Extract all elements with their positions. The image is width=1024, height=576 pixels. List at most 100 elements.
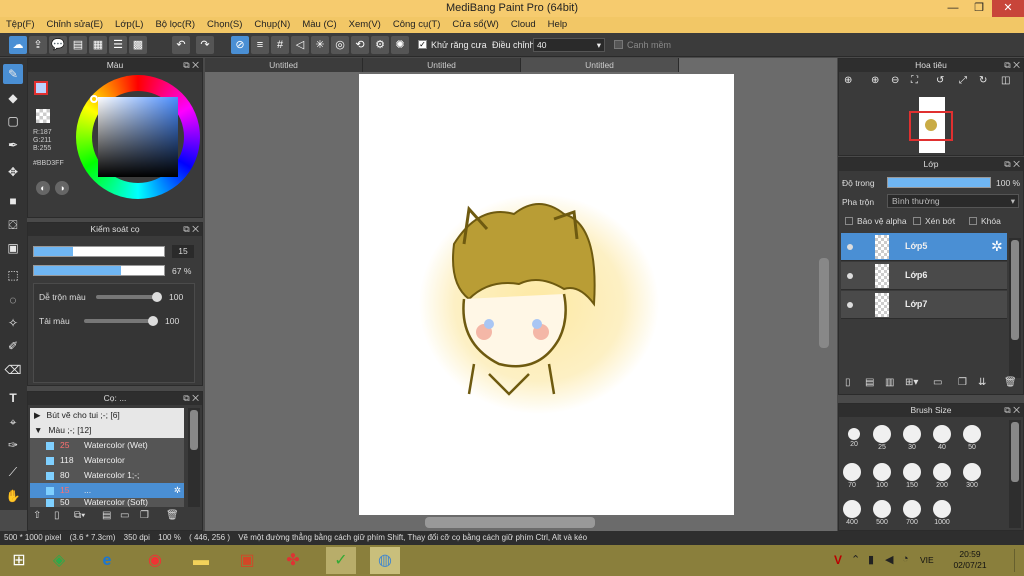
tab-untitled-2[interactable]: Untitled	[363, 58, 521, 72]
antialias-checkbox[interactable]: ✓	[418, 40, 427, 49]
text-tool-icon[interactable]: T	[3, 388, 23, 408]
brush-opacity-slider[interactable]	[33, 265, 165, 276]
saturation-square[interactable]	[98, 97, 178, 177]
brush-item[interactable]: 50 Watercolor (Soft)	[30, 498, 184, 507]
select-pen-tool-icon[interactable]: ✐	[3, 336, 23, 356]
duplicate-icon[interactable]: ❐	[958, 377, 967, 388]
panel-close-icon[interactable]: ⧉ ✕	[1004, 59, 1020, 72]
lock-checkbox[interactable]	[969, 217, 977, 225]
snap-settings-icon[interactable]: ⚙	[371, 36, 389, 54]
gear-icon[interactable]: ✲	[174, 483, 181, 498]
menu-cloud[interactable]: Cloud	[505, 17, 542, 30]
layer-row-6[interactable]: Lớp6	[841, 262, 1007, 290]
brush-size-preset[interactable]: 500	[869, 498, 895, 526]
brush-size-preset[interactable]: 25	[869, 423, 895, 451]
windows-start-icon[interactable]: ⊞	[4, 547, 34, 574]
redo-icon[interactable]: ↷	[196, 36, 214, 54]
trash-icon[interactable]: 🗑	[166, 510, 179, 521]
eraser-tool-icon[interactable]: ◆	[3, 88, 23, 108]
layer-row-5[interactable]: Lớp5 ✲	[841, 233, 1007, 261]
menu-view[interactable]: Xem(V)	[343, 17, 387, 30]
network-icon[interactable]: ▮	[868, 553, 874, 566]
hue-wheel[interactable]	[76, 75, 200, 199]
new-layer-icon[interactable]: ▯	[845, 377, 851, 388]
medibang-tools-icon[interactable]: ✓	[326, 547, 356, 574]
brush-item[interactable]: 80 Watercolor 1;-;	[30, 468, 184, 483]
brush-size-preset[interactable]: 200	[929, 461, 955, 489]
share-icon[interactable]: ⇪	[29, 36, 47, 54]
amount-slider-handle[interactable]	[148, 316, 158, 326]
lasso-tool-icon[interactable]: ◌	[3, 290, 23, 310]
menu-help[interactable]: Help	[542, 17, 574, 30]
brush-size-preset[interactable]: 30	[899, 423, 925, 451]
palette-icon[interactable]: ◐	[36, 181, 50, 195]
navigator-preview[interactable]	[909, 97, 953, 153]
clipping-checkbox[interactable]	[913, 217, 921, 225]
minimize-button[interactable]: —	[940, 0, 966, 17]
brush-item[interactable]: 25 Watercolor (Wet)	[30, 438, 184, 453]
add-layer-menu-icon[interactable]: ⊞▾	[905, 377, 918, 388]
visibility-icon[interactable]	[847, 273, 853, 279]
new-brush-icon[interactable]: ▯	[54, 510, 60, 521]
snap-off-icon[interactable]: ⊘	[231, 36, 249, 54]
brush-group-pens[interactable]: ▶ Bút vẽ cho tui ;-; [6]	[30, 408, 184, 423]
dropper-tool-icon[interactable]: ✑	[3, 435, 23, 455]
eyedropper-tool-icon[interactable]: ⟋	[3, 462, 23, 482]
palette-settings-icon[interactable]: ◑	[55, 181, 69, 195]
protect-alpha-checkbox[interactable]	[845, 217, 853, 225]
hand-tool-icon[interactable]: ✋	[3, 486, 23, 506]
fullscreen-icon[interactable]: ⤢	[959, 75, 967, 86]
menu-color[interactable]: Màu (C)	[296, 17, 342, 30]
circle-snap-icon[interactable]: ◎	[331, 36, 349, 54]
brush-add-icon[interactable]: ⇧	[33, 510, 41, 521]
volume-icon[interactable]: ◀	[885, 553, 893, 566]
panel-close-icon[interactable]: ⧉ ✕	[183, 223, 199, 236]
brush-size-preset[interactable]: 20	[841, 423, 867, 448]
brush-size-preset[interactable]: 100	[869, 461, 895, 489]
menu-select[interactable]: Chọn(S)	[201, 17, 248, 30]
grid-icon[interactable]: ▩	[129, 36, 147, 54]
chrome-icon[interactable]: ◉	[140, 547, 170, 574]
close-button[interactable]: ✕	[992, 0, 1024, 17]
curve-snap-icon[interactable]: ⟲	[351, 36, 369, 54]
magic-wand-tool-icon[interactable]: ✧	[3, 313, 23, 333]
fit-icon[interactable]: ⛶	[911, 75, 918, 86]
menu-tools[interactable]: Công cụ(T)	[387, 17, 447, 30]
correction-select[interactable]: 40 ▾	[533, 38, 605, 52]
clock[interactable]: 20:59 02/07/21	[950, 549, 990, 571]
pen-tool-icon[interactable]: ✒	[3, 135, 23, 155]
rotate-left-icon[interactable]: ↺	[936, 75, 944, 86]
hue-handle[interactable]	[90, 95, 98, 103]
drawing-canvas[interactable]	[359, 74, 734, 515]
doc-icon[interactable]: ▦	[89, 36, 107, 54]
select-eraser-tool-icon[interactable]: ⌫	[3, 360, 23, 380]
brush-doc-icon[interactable]: ▤	[102, 510, 111, 521]
file-explorer-icon[interactable]: ▬	[186, 547, 216, 574]
vietkey-icon[interactable]: V	[834, 553, 842, 567]
copy-brush-icon[interactable]: ⧉▾	[74, 510, 85, 521]
brush-group-colors[interactable]: ▼ Màu ;-; [12]	[30, 423, 184, 438]
horizontal-scrollbar[interactable]	[425, 517, 595, 528]
vanishing-snap-icon[interactable]: ◁	[291, 36, 309, 54]
visibility-icon[interactable]	[847, 244, 853, 250]
layer-opacity-slider[interactable]	[887, 177, 991, 188]
comment-icon[interactable]: 💬	[49, 36, 67, 54]
operation-tool-icon[interactable]: ⌖	[3, 412, 23, 432]
folder-icon[interactable]: ▭	[120, 510, 129, 521]
internet-explorer-icon[interactable]: e	[92, 547, 122, 574]
show-desktop-button[interactable]	[1014, 549, 1024, 572]
menu-file[interactable]: Tệp(F)	[0, 17, 41, 30]
brush-size-preset[interactable]: 300	[959, 461, 985, 489]
blend-mode-select[interactable]: Bình thường ▾	[887, 194, 1019, 208]
visibility-icon[interactable]	[847, 302, 853, 308]
transparent-swatch[interactable]	[36, 109, 50, 123]
amount-slider[interactable]	[84, 316, 158, 326]
brush-size-preset[interactable]: 1000	[929, 498, 955, 526]
panel-close-icon[interactable]: ⧉ ✕	[1004, 158, 1020, 171]
cloud-icon[interactable]: ☁	[9, 36, 27, 54]
undo-icon[interactable]: ↶	[172, 36, 190, 54]
brush-size-preset[interactable]: 150	[899, 461, 925, 489]
brush-size-slider[interactable]	[33, 246, 165, 257]
rotate-right-icon[interactable]: ↻	[979, 75, 987, 86]
brush-size-preset[interactable]: 50	[959, 423, 985, 451]
